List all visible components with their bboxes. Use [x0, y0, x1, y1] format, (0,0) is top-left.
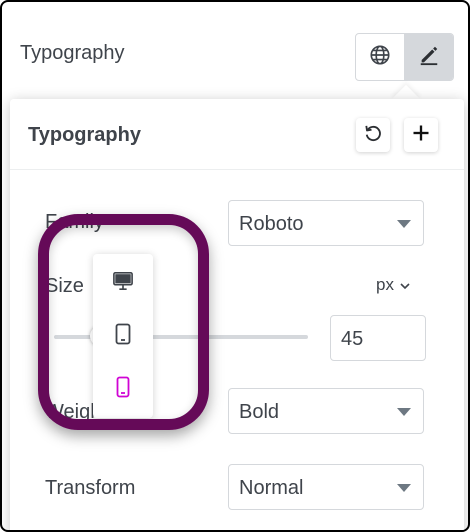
reset-button[interactable] [356, 118, 390, 152]
chevron-down-icon [397, 484, 411, 492]
globe-icon [369, 44, 391, 71]
typography-toggle [355, 33, 454, 81]
plus-icon [411, 123, 431, 148]
typography-control-label: Typography [20, 42, 125, 64]
weight-value: Bold [239, 401, 280, 423]
unit-value: px [376, 275, 394, 294]
annotation-highlight [38, 214, 209, 430]
app-frame: Typography Typography Family Roboto Size… [0, 0, 470, 532]
pencil-icon [418, 44, 440, 71]
popover-title: Typography [28, 124, 141, 146]
unit-selector[interactable]: px [376, 275, 410, 295]
popover-header: Typography [10, 99, 464, 170]
add-button[interactable] [404, 118, 438, 152]
size-input[interactable]: 45 [330, 315, 426, 361]
weight-select[interactable]: Bold [228, 388, 424, 434]
family-select[interactable]: Roboto [228, 200, 424, 246]
transform-label: Transform [45, 477, 136, 499]
chevron-down-icon [400, 275, 410, 295]
edit-typography-button[interactable] [405, 34, 453, 80]
family-value: Roboto [239, 213, 304, 235]
chevron-down-icon [397, 220, 411, 228]
size-value: 45 [341, 328, 364, 350]
reset-icon [363, 123, 383, 148]
global-fonts-button[interactable] [356, 34, 405, 80]
transform-select[interactable]: Normal [228, 464, 424, 510]
chevron-down-icon [397, 408, 411, 416]
transform-value: Normal [239, 477, 304, 499]
